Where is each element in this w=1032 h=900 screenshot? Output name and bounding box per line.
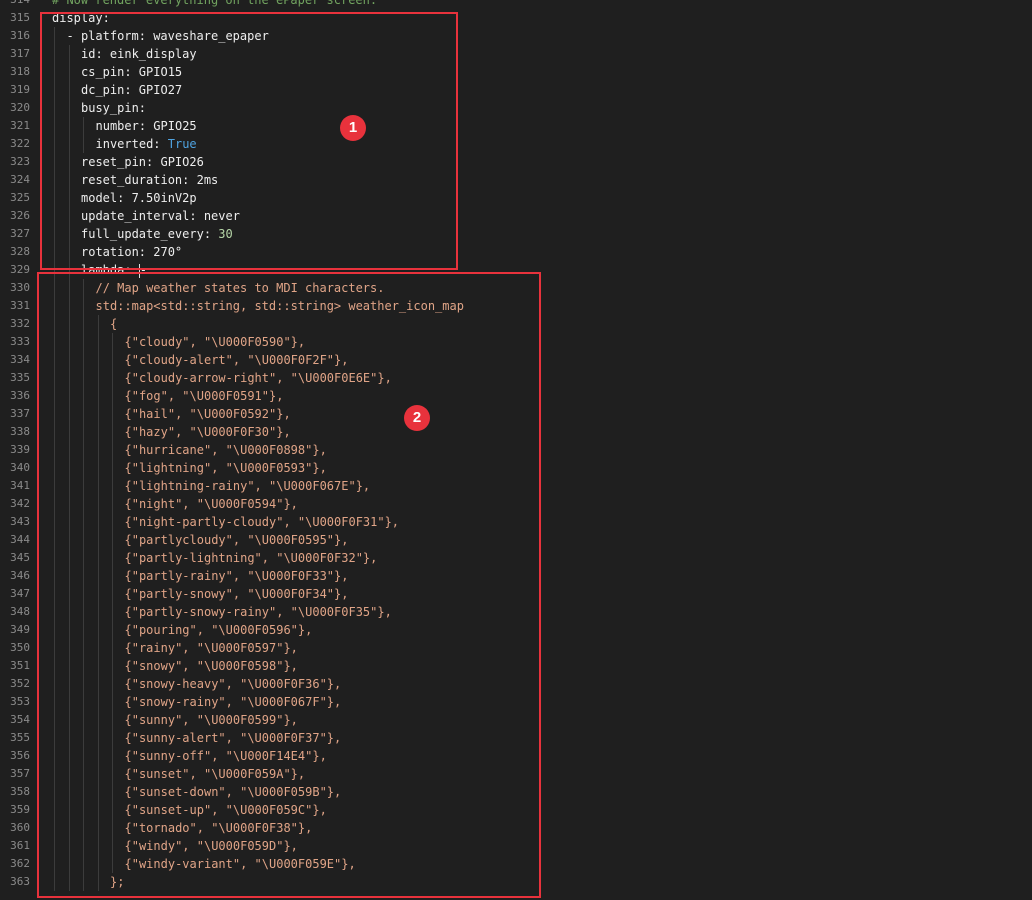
line-number: 326 (10, 209, 30, 222)
line-number: 334 (10, 353, 30, 366)
line-number: 322 (10, 137, 30, 150)
line-number: 354 (10, 713, 30, 726)
line-number: 317 (10, 47, 30, 60)
code-line[interactable]: 314 # Now render everything on the ePaper… (0, 0, 1032, 9)
line-number: 314 (0, 0, 30, 9)
line-number: 359 (10, 803, 30, 816)
line-number: 320 (10, 101, 30, 114)
line-number: 340 (10, 461, 30, 474)
line-number: 343 (10, 515, 30, 528)
line-number: 333 (10, 335, 30, 348)
line-number: 335 (10, 371, 30, 384)
code-editor[interactable]: 314 # Now render everything on the ePaper… (0, 0, 1032, 900)
code-text: # Now render everything on the ePaper sc… (52, 0, 378, 7)
line-number: 346 (10, 569, 30, 582)
line-number: 353 (10, 695, 30, 708)
line-number: 348 (10, 605, 30, 618)
line-number: 361 (10, 839, 30, 852)
annotation-box-1 (40, 12, 458, 270)
line-number: 332 (10, 317, 30, 330)
line-number: 336 (10, 389, 30, 402)
line-number: 350 (10, 641, 30, 654)
line-number: 356 (10, 749, 30, 762)
line-number: 358 (10, 785, 30, 798)
line-number: 345 (10, 551, 30, 564)
line-number: 344 (10, 533, 30, 546)
line-number: 349 (10, 623, 30, 636)
line-number: 323 (10, 155, 30, 168)
annotation-badge-2: 2 (404, 405, 430, 431)
line-number: 330 (10, 281, 30, 294)
line-number: 328 (10, 245, 30, 258)
line-number: 339 (10, 443, 30, 456)
line-number: 355 (10, 731, 30, 744)
line-number: 329 (10, 263, 30, 276)
line-number: 352 (10, 677, 30, 690)
line-number: 315 (10, 11, 30, 24)
line-number: 324 (10, 173, 30, 186)
line-number: 357 (10, 767, 30, 780)
annotation-box-2 (37, 272, 541, 898)
line-number: 327 (10, 227, 30, 240)
line-number: 342 (10, 497, 30, 510)
line-number: 351 (10, 659, 30, 672)
line-number: 338 (10, 425, 30, 438)
line-number: 321 (10, 119, 30, 132)
line-number: 341 (10, 479, 30, 492)
line-number: 319 (10, 83, 30, 96)
line-number: 318 (10, 65, 30, 78)
line-number: 360 (10, 821, 30, 834)
annotation-badge-1: 1 (340, 115, 366, 141)
line-number: 337 (10, 407, 30, 420)
line-number: 331 (10, 299, 30, 312)
line-content: # Now render everything on the ePaper sc… (52, 0, 377, 9)
line-number: 347 (10, 587, 30, 600)
line-number: 363 (10, 875, 30, 888)
line-number: 316 (10, 29, 30, 42)
line-number: 325 (10, 191, 30, 204)
line-number: 362 (10, 857, 30, 870)
